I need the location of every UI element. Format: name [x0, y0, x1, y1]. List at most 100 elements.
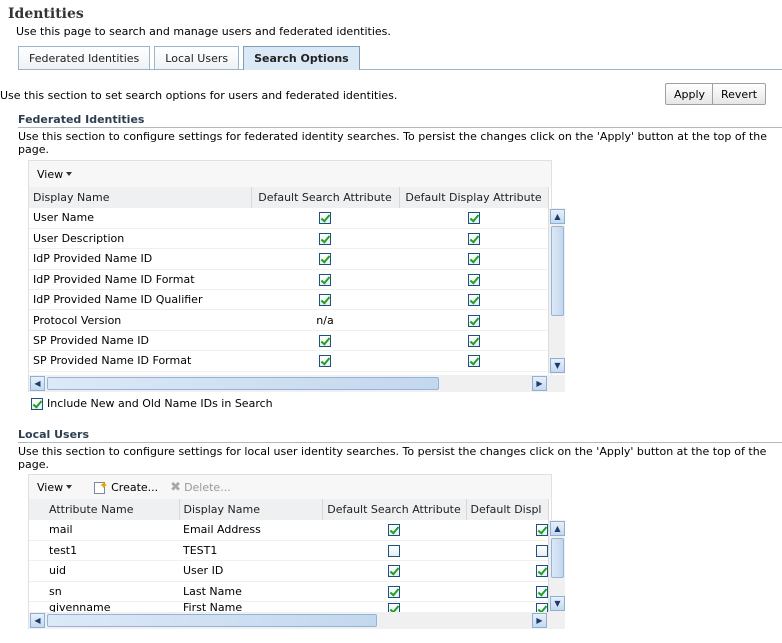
delete-button[interactable]: ✖ Delete...	[170, 480, 231, 495]
include-name-ids-option[interactable]: Include New and Old Name IDs in Search	[31, 397, 273, 410]
display-attribute-checkbox[interactable]	[467, 314, 480, 327]
page-description: Use this page to search and manage users…	[16, 25, 391, 38]
search-attribute-checkbox[interactable]	[319, 355, 331, 368]
display-name-cell: SP Provided Name ID	[29, 330, 251, 352]
scroll-left-icon[interactable]: ◀	[30, 613, 45, 628]
column-header-display-name[interactable]: Display Name	[179, 499, 323, 520]
federated-vertical-scrollbar[interactable]: ▲ ▼	[548, 208, 565, 374]
display-name-cell: IdP Provided Name ID Qualifier	[29, 289, 251, 311]
tab-federated-identities[interactable]: Federated Identities	[18, 46, 151, 69]
table-row[interactable]: User Name	[29, 208, 548, 229]
column-header-default-search-attribute[interactable]: Default Search Attribute	[251, 187, 400, 208]
search-attribute-checkbox[interactable]	[388, 524, 400, 537]
scroll-up-icon[interactable]: ▲	[550, 209, 565, 224]
tab-search-options[interactable]: Search Options	[243, 46, 360, 70]
include-name-ids-label: Include New and Old Name IDs in Search	[47, 397, 273, 410]
local-users-vertical-scrollbar[interactable]: ▲ ▼	[548, 520, 565, 612]
column-header-display-name[interactable]: Display Name	[29, 187, 252, 208]
display-attribute-checkbox[interactable]	[467, 253, 480, 266]
local-users-table: Attribute Name Display Name Default Sear…	[29, 499, 549, 617]
federated-header-row: Display Name Default Search Attribute De…	[29, 187, 549, 208]
scroll-up-icon[interactable]: ▲	[550, 521, 565, 536]
table-row[interactable]: User Description	[29, 228, 548, 250]
federated-vscroll-thumb[interactable]	[551, 226, 564, 316]
federated-description: Use this section to configure settings f…	[18, 130, 782, 156]
tab-divider	[18, 69, 782, 70]
local-users-table-panel: View ✦ Create... ✖ Delete... Attribute N…	[28, 474, 565, 629]
create-label: Create...	[111, 480, 159, 494]
search-attribute-checkbox[interactable]	[319, 294, 331, 307]
local-users-section-rule	[18, 442, 782, 443]
display-attribute-checkbox[interactable]	[536, 545, 548, 558]
search-attribute-na: n/a	[251, 309, 399, 331]
display-name-cell: IdP Provided Name ID Format	[29, 269, 251, 291]
display-name-cell: User ID	[179, 560, 322, 582]
scroll-down-icon[interactable]: ▼	[550, 358, 565, 373]
display-attribute-checkbox[interactable]	[467, 212, 480, 225]
chevron-down-icon	[66, 485, 73, 489]
table-row[interactable]: IdP Provided Name ID Format	[29, 269, 548, 291]
table-row[interactable]: IdP Provided Name ID Qualifier	[29, 289, 548, 311]
table-row[interactable]: Protocol Version n/a	[29, 309, 548, 331]
search-attribute-checkbox[interactable]	[388, 545, 400, 558]
local-users-hscroll-thumb[interactable]	[47, 614, 377, 627]
search-attribute-checkbox[interactable]	[319, 273, 331, 286]
search-attribute-checkbox[interactable]	[388, 565, 400, 578]
column-header-attribute-name[interactable]: Attribute Name	[29, 499, 180, 520]
display-attribute-checkbox[interactable]	[467, 335, 480, 348]
scroll-left-icon[interactable]: ◀	[30, 376, 45, 391]
apply-button[interactable]: Apply	[665, 83, 715, 105]
table-row[interactable]: SP Provided Name ID Format	[29, 350, 548, 372]
search-attribute-checkbox[interactable]	[319, 335, 331, 348]
scroll-down-icon[interactable]: ▼	[550, 596, 565, 611]
local-users-view-label: View	[37, 480, 64, 494]
tab-local-users[interactable]: Local Users	[154, 46, 240, 69]
federated-section-title: Federated Identities	[18, 113, 145, 126]
revert-button[interactable]: Revert	[712, 83, 767, 105]
table-row[interactable]: test1 TEST1	[29, 540, 548, 562]
delete-label: Delete...	[184, 480, 231, 494]
local-users-vscroll-thumb[interactable]	[551, 538, 564, 578]
table-row[interactable]: IdP Provided Name ID	[29, 248, 548, 270]
federated-toolbar: View	[29, 161, 551, 187]
federated-horizontal-scrollbar[interactable]: ◀ ▶	[29, 375, 565, 392]
federated-hscroll-thumb[interactable]	[47, 377, 439, 390]
scroll-right-icon[interactable]: ▶	[532, 613, 547, 628]
page-title: Identities	[8, 6, 84, 22]
display-name-cell: TEST1	[179, 540, 322, 562]
display-attribute-checkbox[interactable]	[467, 355, 480, 368]
include-name-ids-checkbox[interactable]	[31, 397, 43, 410]
display-name-cell: User Description	[29, 228, 251, 250]
search-attribute-checkbox[interactable]	[319, 233, 331, 246]
column-header-default-display-attribute[interactable]: Default Displ	[466, 499, 549, 520]
table-row[interactable]: sn Last Name	[29, 581, 548, 603]
create-icon: ✦	[92, 479, 108, 495]
display-attribute-checkbox[interactable]	[467, 233, 480, 246]
federated-view-menu[interactable]: View	[29, 168, 80, 181]
chevron-down-icon	[66, 172, 73, 176]
federated-view-label: View	[37, 167, 64, 181]
local-users-horizontal-scrollbar[interactable]: ◀ ▶	[29, 612, 565, 629]
search-attribute-checkbox[interactable]	[388, 585, 400, 598]
column-header-default-search-attribute[interactable]: Default Search Attribute	[322, 499, 467, 520]
display-attribute-checkbox[interactable]	[536, 565, 548, 578]
display-name-cell: Last Name	[179, 581, 322, 603]
scroll-right-icon[interactable]: ▶	[532, 376, 547, 391]
table-row[interactable]: mail Email Address	[29, 520, 548, 541]
attribute-name-cell: mail	[29, 520, 179, 541]
attribute-name-cell: sn	[29, 581, 179, 603]
table-row[interactable]: uid User ID	[29, 560, 548, 582]
federated-description-line1: Use this section to configure settings f…	[18, 130, 768, 143]
display-attribute-checkbox[interactable]	[536, 524, 548, 537]
local-users-description: Use this section to configure settings f…	[18, 445, 782, 471]
table-row[interactable]: SP Provided Name ID	[29, 330, 548, 352]
display-attribute-checkbox[interactable]	[467, 294, 480, 307]
local-users-section-title: Local Users	[18, 428, 90, 441]
local-users-view-menu[interactable]: View	[29, 481, 80, 494]
search-attribute-checkbox[interactable]	[319, 253, 331, 266]
display-attribute-checkbox[interactable]	[467, 273, 480, 286]
create-button[interactable]: ✦ Create...	[92, 479, 158, 495]
search-attribute-checkbox[interactable]	[319, 212, 331, 225]
display-attribute-checkbox[interactable]	[536, 585, 548, 598]
column-header-default-display-attribute[interactable]: Default Display Attribute	[399, 187, 549, 208]
